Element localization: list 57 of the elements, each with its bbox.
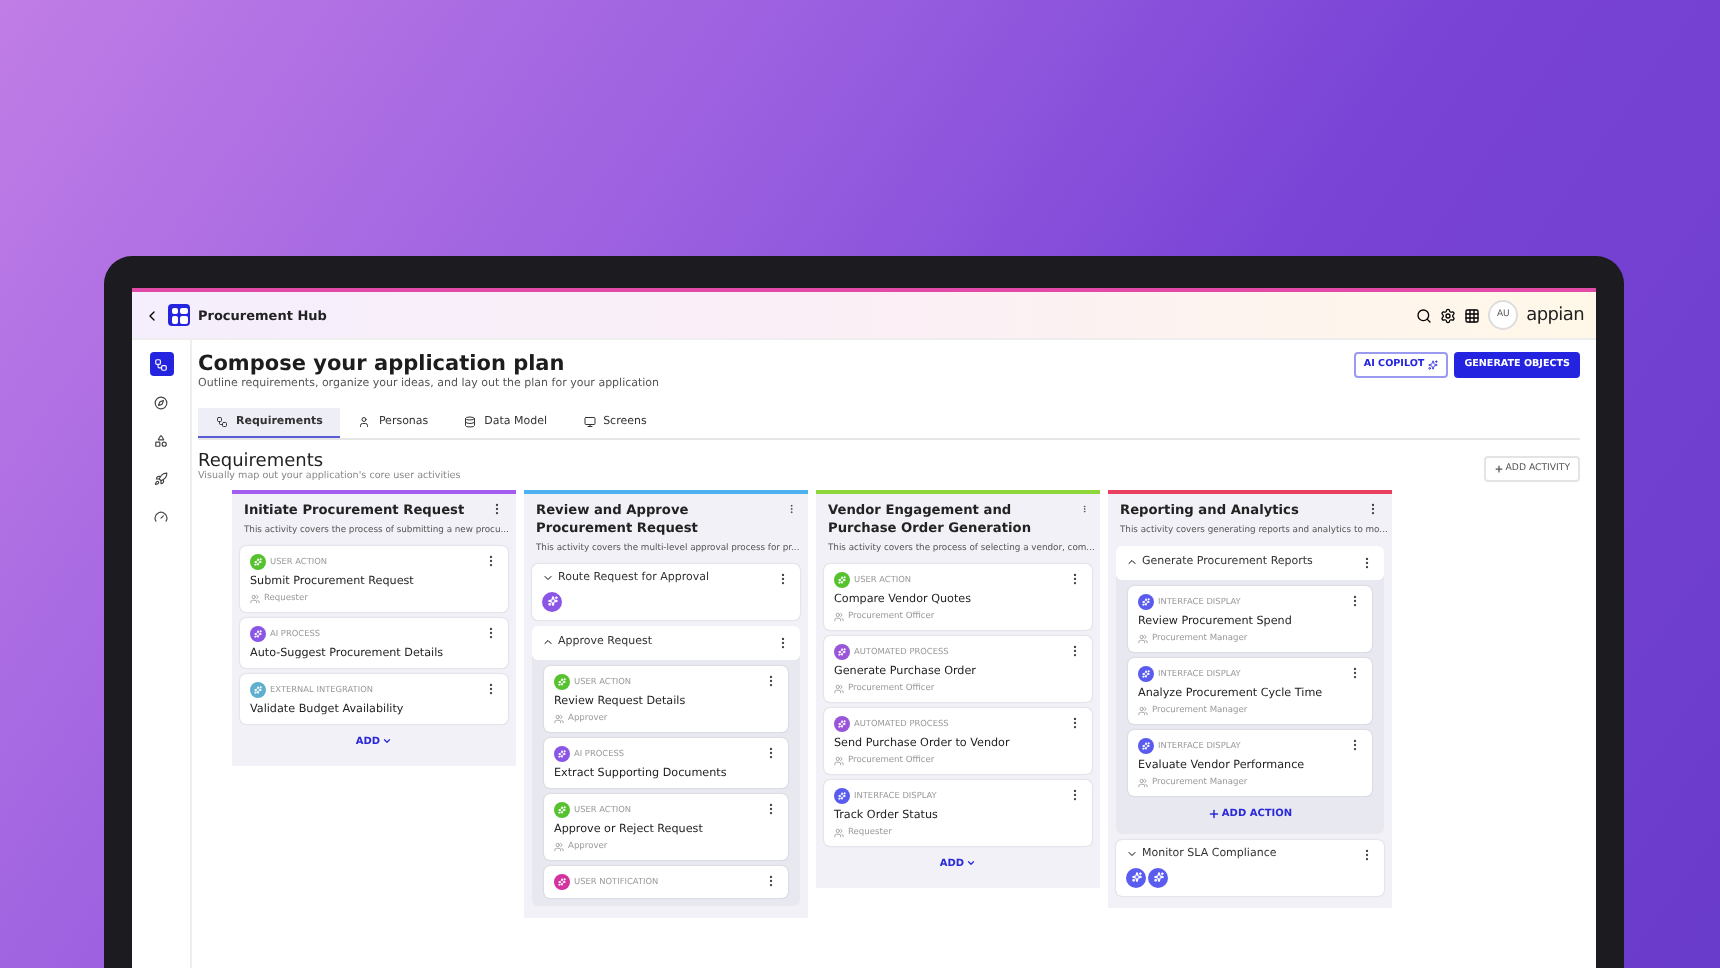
section-title: Requirements: [198, 452, 324, 472]
more-icon[interactable]: [764, 674, 778, 689]
sparkle-icon: [1428, 360, 1439, 370]
more-icon[interactable]: [484, 682, 498, 697]
more-icon[interactable]: [1068, 572, 1082, 587]
more-icon[interactable]: [1366, 502, 1380, 516]
more-icon[interactable]: [1068, 788, 1082, 803]
people-icon: [834, 827, 844, 838]
more-icon[interactable]: [1348, 594, 1362, 609]
more-icon[interactable]: [490, 502, 504, 516]
more-icon[interactable]: [764, 746, 778, 761]
person-icon: [358, 416, 371, 428]
rocket-icon: [154, 471, 168, 485]
more-icon[interactable]: [764, 802, 778, 817]
more-icon[interactable]: [484, 626, 498, 641]
more-icon[interactable]: [1068, 644, 1082, 659]
more-icon[interactable]: [1348, 738, 1362, 753]
flow-icon: [154, 357, 168, 371]
more-icon[interactable]: [1068, 716, 1082, 731]
rail-nav-button[interactable]: [149, 352, 173, 376]
chevron-icon[interactable]: [1126, 556, 1138, 569]
more-icon[interactable]: [764, 874, 778, 889]
apps-grid-icon[interactable]: [1464, 307, 1481, 323]
people-icon: [1138, 777, 1148, 788]
shapes-icon: [154, 433, 168, 447]
app-logo-icon: [168, 304, 190, 326]
people-icon: [250, 593, 260, 604]
chevron-icon[interactable]: [1126, 848, 1138, 861]
brand-logo: appian: [1526, 305, 1584, 325]
people-icon: [554, 713, 564, 724]
more-icon[interactable]: [1348, 666, 1362, 681]
settings-icon[interactable]: [1440, 307, 1457, 323]
more-icon[interactable]: [1360, 555, 1374, 570]
people-icon: [554, 841, 564, 852]
people-icon: [1138, 705, 1148, 716]
caret-icon: [966, 858, 977, 869]
back-icon[interactable]: [144, 307, 160, 323]
more-icon[interactable]: [776, 635, 790, 650]
chevron-icon[interactable]: [542, 572, 554, 585]
chevron-icon[interactable]: [542, 636, 554, 649]
people-icon: [834, 683, 844, 694]
more-icon[interactable]: [484, 554, 498, 569]
gauge-icon: [154, 509, 168, 523]
caret-icon: [382, 736, 393, 747]
monitor-icon: [583, 416, 596, 428]
search-icon[interactable]: [1416, 307, 1433, 323]
people-icon: [834, 611, 844, 622]
flow-icon: [216, 416, 228, 428]
people-icon: [834, 755, 844, 766]
plus-icon: [1207, 807, 1220, 820]
compass-icon: [154, 395, 168, 409]
people-icon: [1138, 633, 1148, 644]
more-icon[interactable]: [1360, 847, 1374, 862]
plus-icon: [1493, 464, 1504, 474]
database-icon: [464, 416, 477, 428]
page-title: Compose your application plan: [198, 352, 567, 376]
more-icon[interactable]: [776, 571, 790, 586]
